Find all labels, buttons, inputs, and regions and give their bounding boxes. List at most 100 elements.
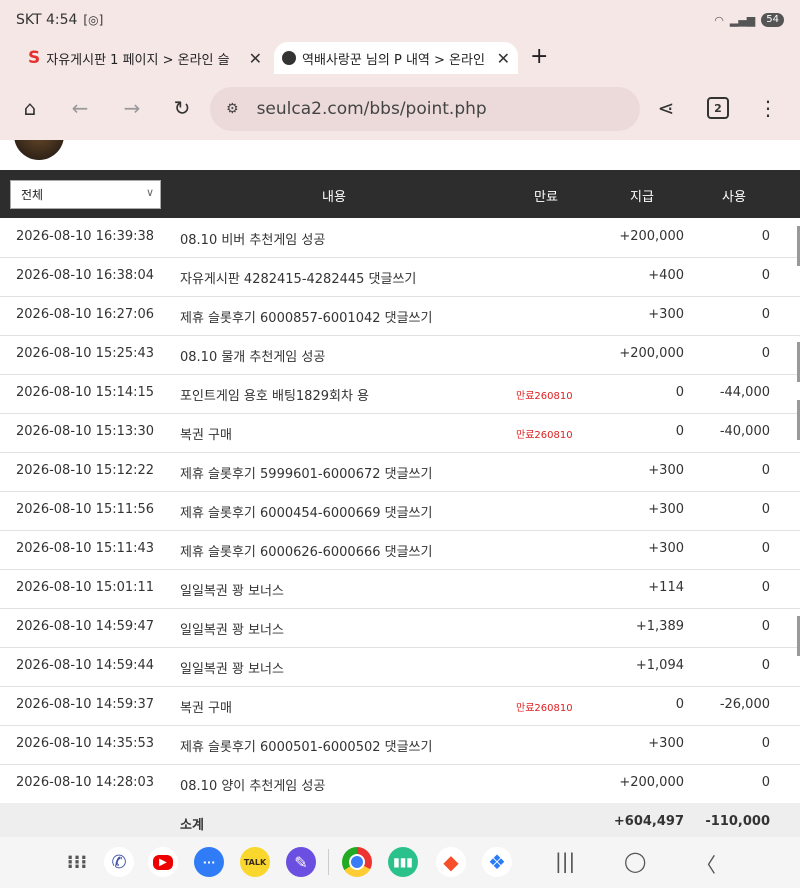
table-row: 2026-08-10 16:39:38 08.10 비버 추천게임 성공 +200,…	[0, 218, 800, 258]
row-expire: 만료260810	[516, 703, 573, 714]
row-give: +1,389	[635, 619, 684, 634]
row-give: +200,000	[619, 775, 684, 790]
home-icon[interactable]: ⌂	[14, 92, 46, 124]
row-desc: 일일복권 꽝 보너스	[180, 584, 284, 599]
row-give: +114	[648, 580, 684, 595]
row-use: -44,000	[719, 385, 770, 400]
header-use: 사용	[722, 190, 746, 205]
avatar	[14, 140, 64, 160]
status-bar: SKT 4:54 [◎] ◠ ▂▄▆ 54	[0, 0, 800, 40]
row-give: +1,094	[635, 658, 684, 673]
recent-apps-icon[interactable]: |||	[555, 849, 575, 873]
row-desc: 제휴 슬롯후기 6000454-6000669 댓글쓰기	[180, 506, 433, 521]
row-use: 0	[761, 268, 770, 283]
table-row: 2026-08-10 15:14:15 포인트게임 용호 배팅1829회차 용 만료…	[0, 374, 800, 414]
app-striped-icon[interactable]: ▮▮▮	[388, 847, 418, 877]
row-desc: 일일복권 꽝 보너스	[180, 623, 284, 638]
row-date: 2026-08-10 16:39:38	[16, 229, 155, 244]
tab-free-board[interactable]: S 자유게시판 1 페이지 > 온라인 슬 ✕	[20, 42, 270, 74]
forward-arrow-icon[interactable]: →	[116, 92, 148, 124]
home-button-icon[interactable]: ◯	[624, 849, 646, 873]
header-give: 지급	[630, 190, 654, 205]
table-row: 2026-08-10 15:11:56 제휴 슬롯후기 6000454-60006…	[0, 491, 800, 531]
table-row: 2026-08-10 15:13:30 복권 구매 만료260810 0 -40,000	[0, 413, 800, 453]
youtube-icon[interactable]: ▶	[148, 847, 178, 877]
row-date: 2026-08-10 14:59:44	[16, 658, 155, 673]
row-use: 0	[761, 580, 770, 595]
back-button-icon[interactable]: 〈	[696, 849, 716, 878]
row-use: 0	[761, 307, 770, 322]
row-date: 2026-08-10 15:11:43	[16, 541, 155, 556]
table-row: 2026-08-10 15:01:11 일일복권 꽝 보너스 +114 0	[0, 569, 800, 609]
messenger-icon[interactable]: ❖	[482, 847, 512, 877]
row-date: 2026-08-10 15:25:43	[16, 346, 155, 361]
row-use: 0	[761, 775, 770, 790]
row-date: 2026-08-10 16:38:04	[16, 268, 155, 283]
row-date: 2026-08-10 15:01:11	[16, 580, 155, 595]
row-use: -40,000	[719, 424, 770, 439]
phone-icon[interactable]: ✆	[104, 847, 134, 877]
tab-strip: S 자유게시판 1 페이지 > 온라인 슬 ✕ 역배사랑꾼 님의 P 내역 > …	[0, 40, 800, 76]
row-expire: 만료260810	[516, 391, 573, 402]
row-give: +300	[648, 736, 684, 751]
address-bar[interactable]: ⚙	[210, 87, 640, 131]
page-content: 전체 ∨ 내용 만료 지급 사용 2026-08-10 16:39:38 08.1…	[0, 140, 800, 837]
share-icon[interactable]: ⋖	[650, 92, 682, 124]
row-desc: 복권 구매	[180, 428, 232, 443]
site-s-icon: S	[28, 48, 41, 68]
row-date: 2026-08-10 14:59:37	[16, 697, 155, 712]
site-settings-icon[interactable]: ⚙	[226, 101, 239, 117]
signal-icon: ▂▄▆	[729, 13, 756, 27]
row-give: 0	[675, 385, 684, 400]
row-use: 0	[761, 541, 770, 556]
tab-switcher-button[interactable]: 2	[702, 92, 734, 124]
total-use: -110,000	[705, 814, 770, 829]
row-date: 2026-08-10 15:14:15	[16, 385, 155, 400]
row-give: +200,000	[619, 346, 684, 361]
tab-title: 역배사랑꾼 님의 P 내역 > 온라인	[302, 52, 485, 68]
row-use: -26,000	[719, 697, 770, 712]
close-icon[interactable]: ✕	[249, 49, 262, 68]
row-desc: 복권 구매	[180, 701, 232, 716]
row-use: 0	[761, 502, 770, 517]
total-label: 소계	[180, 818, 204, 833]
app-drawer-icon[interactable]: ⁝⁝⁝	[62, 847, 92, 877]
close-icon[interactable]: ✕	[497, 49, 510, 68]
row-desc: 일일복권 꽝 보너스	[180, 662, 284, 677]
reload-icon[interactable]: ↻	[166, 92, 198, 124]
table-row: 2026-08-10 14:35:53 제휴 슬롯후기 6000501-60005…	[0, 725, 800, 765]
header-expire: 만료	[534, 190, 558, 205]
filter-select[interactable]: 전체 ∨	[10, 180, 161, 209]
table-row: 2026-08-10 14:28:03 08.10 양이 추천게임 성공 +200,…	[0, 764, 800, 804]
tab-point-history[interactable]: 역배사랑꾼 님의 P 내역 > 온라인 ✕	[274, 42, 518, 74]
carrier-time: SKT 4:54	[16, 12, 78, 28]
tab-title: 자유게시판 1 페이지 > 온라인 슬	[46, 52, 230, 68]
menu-kebab-icon[interactable]: ⋮	[752, 92, 784, 124]
row-desc: 제휴 슬롯후기 6000501-6000502 댓글쓰기	[180, 740, 433, 755]
row-give: +300	[648, 463, 684, 478]
messages-icon[interactable]: ···	[194, 847, 224, 877]
chrome-icon[interactable]	[342, 847, 372, 877]
row-use: 0	[761, 463, 770, 478]
new-tab-button[interactable]: +	[530, 44, 548, 69]
row-date: 2026-08-10 15:11:56	[16, 502, 155, 517]
table-row: 2026-08-10 15:25:43 08.10 물개 추천게임 성공 +200,…	[0, 335, 800, 375]
system-nav-bar: ⁝⁝⁝ ✆ ▶ ··· TALK ✎ ▮▮▮ ◆ ❖ ||| ◯ 〈	[0, 837, 800, 888]
kakaotalk-icon[interactable]: TALK	[240, 847, 270, 877]
row-give: +200,000	[619, 229, 684, 244]
chevron-down-icon: ∨	[145, 186, 154, 199]
row-date: 2026-08-10 14:28:03	[16, 775, 155, 790]
battery-indicator: 54	[761, 13, 784, 27]
url-input[interactable]	[254, 98, 579, 120]
row-use: 0	[761, 619, 770, 634]
row-date: 2026-08-10 15:13:30	[16, 424, 155, 439]
table-header: 전체 ∨ 내용 만료 지급 사용	[0, 170, 800, 218]
back-arrow-icon[interactable]: ←	[64, 92, 96, 124]
table-row: 2026-08-10 14:59:47 일일복권 꽝 보너스 +1,389 0	[0, 608, 800, 648]
globe-icon	[282, 51, 296, 65]
row-date: 2026-08-10 14:59:47	[16, 619, 155, 634]
table-row: 2026-08-10 16:27:06 제휴 슬롯후기 6000857-60010…	[0, 296, 800, 336]
brave-browser-icon[interactable]: ◆	[436, 847, 466, 877]
notes-app-icon[interactable]: ✎	[286, 847, 316, 877]
row-use: 0	[761, 346, 770, 361]
